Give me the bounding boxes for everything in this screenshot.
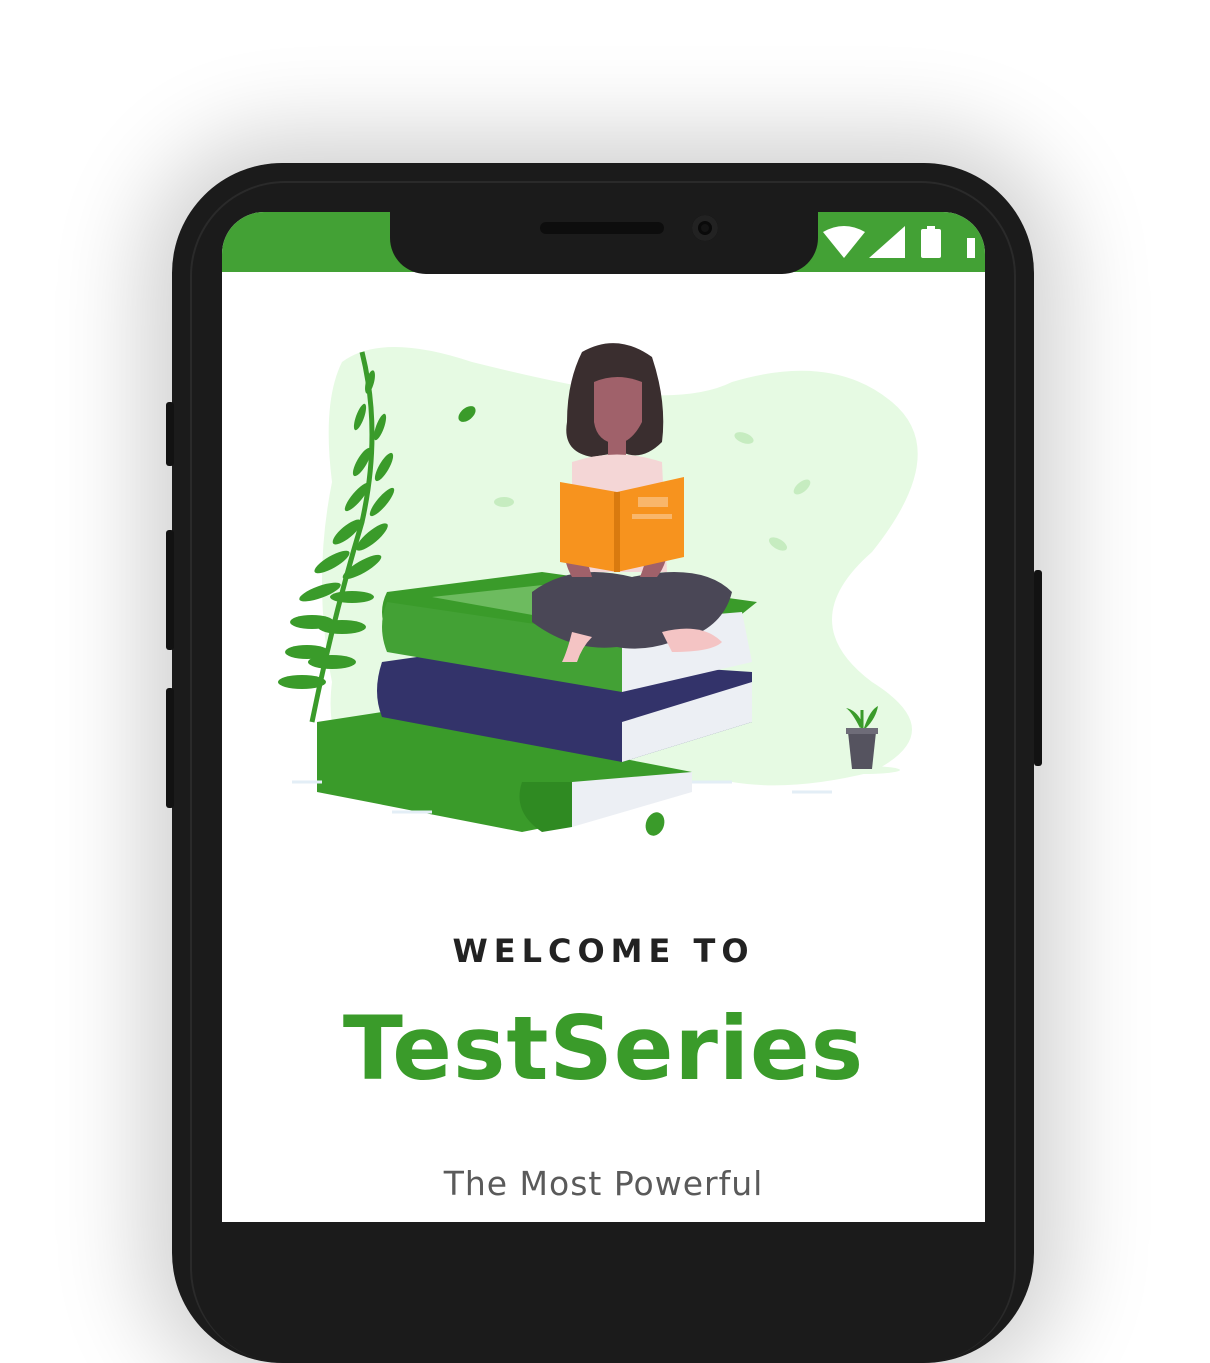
silent-switch xyxy=(166,402,174,466)
front-camera xyxy=(692,215,718,241)
phone-screen: WELCOME TO TestSeries The Most Powerful xyxy=(222,212,985,1222)
signal-icon xyxy=(869,226,905,258)
open-book xyxy=(560,477,684,572)
earpiece-speaker xyxy=(540,222,664,234)
app-name-title: TestSeries xyxy=(342,997,865,1100)
wifi-icon xyxy=(823,226,865,258)
camera-notch xyxy=(390,212,818,274)
volume-down-button xyxy=(166,688,174,808)
power-button xyxy=(1034,570,1042,766)
tagline-text: The Most Powerful xyxy=(443,1164,764,1203)
hero-illustration xyxy=(278,343,918,836)
welcome-heading: WELCOME TO xyxy=(452,932,755,970)
volume-up-button xyxy=(166,530,174,650)
status-indicator-icon xyxy=(967,238,975,258)
battery-icon xyxy=(921,226,941,258)
